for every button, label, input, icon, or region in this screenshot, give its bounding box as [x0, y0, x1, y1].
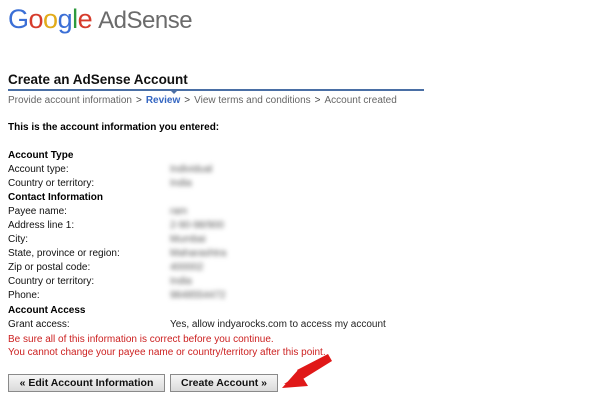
breadcrumb-step-created: Account created	[324, 95, 397, 106]
section-heading-contact: Contact Information	[8, 192, 103, 203]
edit-account-information-button[interactable]: « Edit Account Information	[8, 374, 165, 392]
logo-letter: o	[28, 4, 44, 34]
field-label: Country or territory:	[8, 276, 95, 287]
field-label: Account type:	[8, 164, 69, 175]
field-value: Mumbai	[170, 234, 206, 245]
logo-letter: g	[57, 4, 73, 34]
info-row: Zip or postal code: 400002	[8, 262, 428, 276]
create-account-button[interactable]: Create Account »	[170, 374, 278, 392]
field-value: Maharashtra	[170, 248, 227, 259]
info-row: City: Mumbai	[8, 234, 428, 248]
section-heading-account-access: Account Access	[8, 305, 86, 316]
intro-text: This is the account information you ente…	[8, 122, 220, 133]
current-step-marker	[170, 90, 178, 94]
field-label: Zip or postal code:	[8, 262, 91, 273]
google-adsense-logo: Google AdSense	[8, 4, 193, 35]
logo-letter: e	[77, 4, 93, 34]
field-value: ram	[170, 206, 188, 217]
logo-letter: o	[43, 4, 58, 34]
logo-letter: G	[8, 4, 29, 34]
field-label: State, province or region:	[8, 248, 120, 259]
page-title: Create an AdSense Account	[8, 72, 188, 87]
field-value: 9848554472	[170, 290, 226, 301]
breadcrumb-separator: >	[135, 95, 142, 106]
breadcrumb-separator: >	[184, 95, 191, 106]
breadcrumb-separator: >	[314, 95, 321, 106]
info-row: Country or territory: India	[8, 178, 428, 192]
field-label: Phone:	[8, 290, 40, 301]
info-row: Country or territory: India	[8, 276, 428, 290]
warning-text: Be sure all of this information is corre…	[8, 334, 274, 345]
logo-product-name: AdSense	[98, 7, 193, 34]
info-row: Grant access: Yes, allow indyarocks.com …	[8, 319, 438, 333]
field-label: Country or territory:	[8, 178, 95, 189]
info-row: Account type: Individual	[8, 164, 428, 178]
warning-text: You cannot change your payee name or cou…	[8, 347, 326, 358]
field-label: Grant access:	[8, 319, 70, 330]
field-value: 400002	[170, 262, 204, 273]
info-row: Address line 1: 2-90-98/900	[8, 220, 428, 234]
field-value: Individual	[170, 164, 213, 175]
field-value: 2-90-98/900	[170, 220, 224, 231]
field-value: India	[170, 178, 192, 189]
field-value: Yes, allow indyarocks.com to access my a…	[170, 319, 386, 330]
section-heading-account-type: Account Type	[8, 150, 74, 161]
field-label: Payee name:	[8, 206, 67, 217]
field-value: India	[170, 276, 192, 287]
info-row: Payee name: ram	[8, 206, 428, 220]
breadcrumb-step-provide-info: Provide account information	[8, 95, 132, 106]
breadcrumb-step-terms: View terms and conditions	[194, 95, 311, 106]
field-label: Address line 1:	[8, 220, 75, 231]
info-row: Phone: 9848554472	[8, 290, 428, 304]
red-arrow-icon	[282, 354, 332, 388]
breadcrumb: Provide account information > Review > View …	[8, 95, 397, 106]
field-label: City:	[8, 234, 28, 245]
breadcrumb-step-review: Review	[145, 95, 181, 106]
title-divider	[8, 89, 424, 91]
info-row: State, province or region: Maharashtra	[8, 248, 428, 262]
